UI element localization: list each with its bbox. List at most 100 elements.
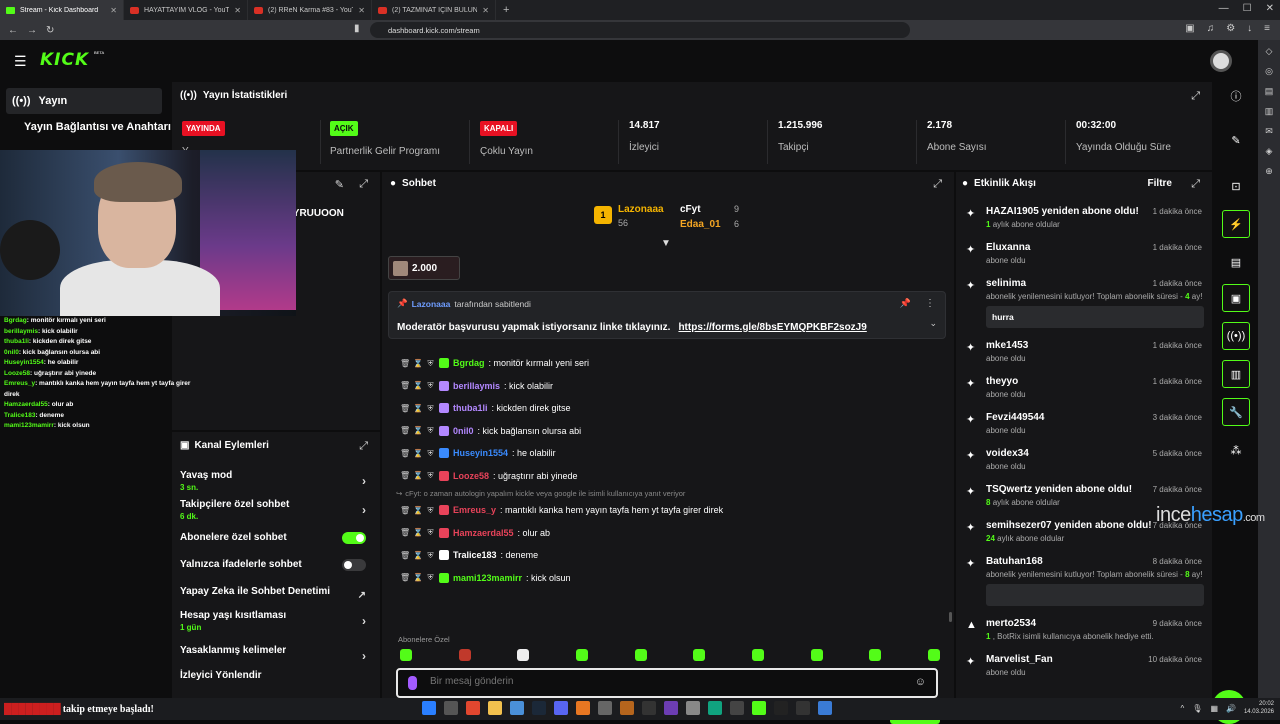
screenshot-icon[interactable]: ▣: [1185, 23, 1194, 34]
document-icon[interactable]: ▤: [1222, 248, 1250, 276]
nav-item-stream-key[interactable]: Yayın Bağlantısı ve Anahtarı: [0, 114, 172, 140]
chat-username[interactable]: Hamzaerdal55: [453, 528, 514, 538]
close-icon[interactable]: ✕: [482, 6, 489, 15]
emote[interactable]: [693, 649, 706, 661]
delete-icon[interactable]: 🗑: [400, 506, 410, 515]
bookmark-icon[interactable]: ▮: [354, 23, 360, 34]
ban-icon[interactable]: ⛨: [426, 573, 435, 582]
timeout-icon[interactable]: ⌛: [413, 404, 423, 413]
close-window-icon[interactable]: ✕: [1266, 3, 1274, 14]
app-icon[interactable]: [664, 701, 678, 715]
emote[interactable]: [810, 649, 823, 661]
unpin-icon[interactable]: 📌: [900, 298, 911, 309]
app-icon[interactable]: [642, 701, 656, 715]
nav-item-stream[interactable]: ((•)) Yayın: [6, 88, 162, 114]
app-icon[interactable]: [686, 701, 700, 715]
menu-icon[interactable]: ≡: [1264, 23, 1270, 34]
timeout-icon[interactable]: ⌛: [413, 381, 423, 390]
sidebar-tool-icon[interactable]: ✉: [1265, 126, 1273, 137]
app-icon[interactable]: [598, 701, 612, 715]
app-icon[interactable]: [620, 701, 634, 715]
extensions-icon[interactable]: ⚙: [1226, 23, 1235, 34]
raid-setting[interactable]: İzleyici Yönlendir: [180, 670, 372, 681]
card-icon[interactable]: ▥: [1222, 360, 1250, 388]
sidebar-tool-icon[interactable]: ◈: [1266, 146, 1273, 157]
hamburger-menu-icon[interactable]: ☰: [14, 53, 27, 70]
emote[interactable]: [400, 649, 412, 661]
chat-username[interactable]: 0nil0: [453, 426, 474, 436]
obs-icon[interactable]: [774, 701, 788, 715]
app-icon[interactable]: [818, 701, 832, 715]
chevron-down-icon[interactable]: ⌄: [929, 318, 937, 329]
emoji-icon[interactable]: ☺: [915, 676, 926, 688]
delete-icon[interactable]: 🗑: [400, 426, 410, 435]
goal-card[interactable]: 2.000: [388, 256, 460, 280]
broadcast-icon[interactable]: ((•)): [1222, 322, 1250, 350]
ban-icon[interactable]: ⛨: [426, 359, 435, 368]
ban-icon[interactable]: ⛨: [426, 449, 435, 458]
steam-icon[interactable]: [532, 701, 546, 715]
close-icon[interactable]: ✕: [234, 6, 241, 15]
reload-icon[interactable]: ↻: [46, 25, 54, 36]
ban-icon[interactable]: ⛨: [426, 506, 435, 515]
expand-icon[interactable]: ⤢: [359, 440, 368, 453]
info-icon[interactable]: ⓘ: [1222, 82, 1250, 110]
chat-username[interactable]: Huseyin1554: [453, 448, 508, 458]
mic-icon[interactable]: 🎙: [1192, 704, 1202, 713]
edit-icon[interactable]: ✎: [335, 178, 344, 191]
expand-icon[interactable]: ⤢: [933, 178, 942, 191]
discord-icon[interactable]: [554, 701, 568, 715]
search-icon[interactable]: [444, 701, 458, 715]
chat-username[interactable]: Emreus_y: [453, 505, 496, 515]
volume-icon[interactable]: 🔊: [1226, 704, 1236, 713]
timeout-icon[interactable]: ⌛: [413, 471, 423, 480]
emote-only-toggle[interactable]: [342, 559, 366, 571]
edit-icon[interactable]: ✎: [1222, 126, 1250, 154]
delete-icon[interactable]: 🗑: [400, 573, 410, 582]
slow-mode-setting[interactable]: Yavaş mod 3 sn. ›: [180, 470, 372, 492]
close-icon[interactable]: ✕: [110, 6, 117, 15]
sidebar-tool-icon[interactable]: ◎: [1265, 66, 1273, 77]
chevron-up-icon[interactable]: ^: [1181, 704, 1185, 713]
emote[interactable]: [869, 649, 882, 661]
chat-icon[interactable]: ▣: [1222, 284, 1250, 312]
sidebar-tool-icon[interactable]: ▥: [1265, 106, 1274, 117]
timeout-icon[interactable]: ⌛: [413, 449, 423, 458]
chat-username[interactable]: mami123mamirr: [453, 573, 522, 583]
timeout-icon[interactable]: ⌛: [413, 359, 423, 368]
kick-logo[interactable]: KICK: [40, 50, 89, 70]
emote[interactable]: [458, 649, 471, 661]
ai-moderation-setting[interactable]: Yapay Zeka ile Sohbet Denetimi ↗: [180, 586, 372, 601]
delete-icon[interactable]: 🗑: [400, 528, 410, 537]
ban-icon[interactable]: ⛨: [426, 426, 435, 435]
url-field[interactable]: dashboard.kick.com/stream: [370, 22, 910, 38]
chat-username[interactable]: berillaymis: [453, 381, 500, 391]
app-icon[interactable]: [510, 701, 524, 715]
delete-icon[interactable]: 🗑: [400, 404, 410, 413]
expand-icon[interactable]: ⤢: [359, 178, 368, 191]
filter-button[interactable]: Filtre: [1148, 178, 1172, 189]
chat-input[interactable]: [430, 676, 890, 687]
pinned-link[interactable]: https://forms.gle/8bsEYMQPKBF2sozJ9: [678, 322, 866, 333]
timeout-icon[interactable]: ⌛: [413, 426, 423, 435]
timeout-icon[interactable]: ⌛: [413, 573, 423, 582]
app-icon[interactable]: [576, 701, 590, 715]
browser-tab[interactable]: (2) RReN Karma #83 - YouTube ✕: [248, 0, 372, 20]
browser-tab[interactable]: Stream - Kick Dashboard ✕: [0, 0, 124, 20]
kick-icon[interactable]: [752, 701, 766, 715]
forward-icon[interactable]: →: [27, 25, 37, 36]
chat-username[interactable]: Tralice183: [453, 550, 497, 560]
delete-icon[interactable]: 🗑: [400, 381, 410, 390]
emote[interactable]: [927, 649, 940, 661]
network-icon[interactable]: ▦: [1210, 704, 1218, 713]
nodes-icon[interactable]: ⁂: [1222, 436, 1250, 464]
chat-scrollbar[interactable]: [949, 612, 952, 622]
chat-username[interactable]: Looze58: [453, 471, 489, 481]
app-icon[interactable]: [730, 701, 744, 715]
more-options-icon[interactable]: ⋮: [925, 298, 935, 309]
maximize-icon[interactable]: ☐: [1243, 3, 1252, 14]
close-icon[interactable]: ✕: [358, 6, 365, 15]
timeout-icon[interactable]: ⌛: [413, 528, 423, 537]
leaderboard-user[interactable]: Edaa_01: [680, 219, 721, 230]
lightning-icon[interactable]: ⚡: [1222, 210, 1250, 238]
